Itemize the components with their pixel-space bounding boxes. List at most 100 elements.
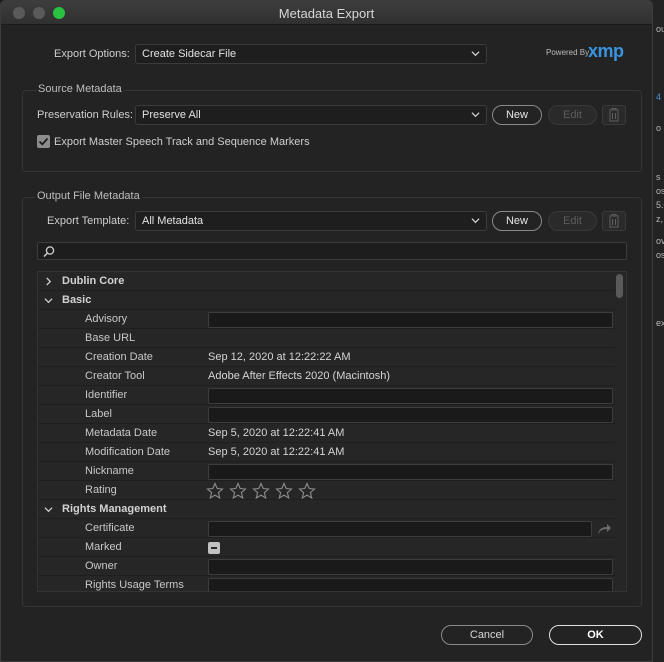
export-template-value: All Metadata [142, 215, 204, 227]
trash-icon [609, 108, 619, 122]
field-label: Base URL [85, 332, 136, 344]
export-template-label: Export Template: [47, 215, 130, 227]
chevron-down-icon[interactable] [44, 505, 53, 514]
tree-scrollbar[interactable] [616, 274, 623, 298]
export-options-select[interactable]: Create Sidecar File [135, 44, 487, 64]
edit-preservation-rule-button[interactable]: Edit [548, 105, 597, 125]
chevron-down-icon [471, 112, 480, 118]
identifier-field[interactable] [208, 388, 613, 404]
usage-terms-field[interactable] [208, 578, 613, 591]
certificate-field[interactable] [208, 521, 592, 537]
rating-stars[interactable] [206, 482, 321, 500]
background-text: o [656, 123, 662, 133]
search-icon [43, 246, 55, 258]
field-label: Creation Date [85, 351, 153, 363]
section-label: Rights Management [62, 503, 167, 515]
new-preservation-rule-button[interactable]: New [492, 105, 542, 125]
star-icon[interactable] [298, 482, 316, 500]
export-options-label: Export Options: [54, 48, 130, 60]
export-markers-checkbox[interactable] [37, 135, 50, 148]
field-label: Creator Tool [85, 370, 145, 382]
xmp-logo: xmp [588, 41, 624, 61]
powered-by-text: Powered By [546, 48, 590, 57]
field-label: Modification Date [85, 446, 170, 458]
metadata-date-value: Sep 5, 2020 at 12:22:41 AM [208, 427, 345, 439]
field-label: Certificate [85, 522, 135, 534]
source-metadata-group [22, 90, 642, 172]
table-row: Marked [38, 538, 615, 557]
title-bar: Metadata Export [1, 1, 652, 25]
table-row: Certificate [38, 519, 615, 538]
table-row: Creation Date Sep 12, 2020 at 12:22:22 A… [38, 348, 615, 367]
source-metadata-title: Source Metadata [36, 83, 124, 95]
chevron-right-icon[interactable] [44, 277, 53, 286]
field-label: Rating [85, 484, 117, 496]
chevron-down-icon [471, 218, 480, 224]
star-icon[interactable] [275, 482, 293, 500]
tree-section-basic[interactable]: Basic [38, 291, 615, 310]
background-text: ov [656, 236, 664, 246]
preservation-rules-select[interactable]: Preserve All [135, 105, 487, 125]
table-row: Nickname [38, 462, 615, 481]
background-text: s [656, 172, 661, 182]
section-label: Dublin Core [62, 275, 125, 287]
checkmark-icon [38, 137, 49, 146]
output-metadata-title: Output File Metadata [35, 190, 142, 202]
field-label: Metadata Date [85, 427, 158, 439]
cancel-button[interactable]: Cancel [441, 625, 533, 645]
new-template-button[interactable]: New [492, 211, 542, 231]
export-options-value: Create Sidecar File [142, 48, 237, 60]
modification-date-value: Sep 5, 2020 at 12:22:41 AM [208, 446, 345, 458]
export-markers-label: Export Master Speech Track and Sequence … [54, 136, 310, 148]
creator-tool-value: Adobe After Effects 2020 (Macintosh) [208, 370, 391, 382]
field-label: Identifier [85, 389, 128, 401]
background-text: os [656, 186, 664, 196]
export-template-select[interactable]: All Metadata [135, 211, 487, 231]
tree-section-rights-management[interactable]: Rights Management [38, 500, 615, 519]
section-label: Basic [62, 294, 92, 306]
table-row: Modification Date Sep 5, 2020 at 12:22:4… [38, 443, 615, 462]
edit-template-button[interactable]: Edit [548, 211, 597, 231]
preservation-rules-label: Preservation Rules: [37, 109, 133, 121]
preservation-rules-value: Preserve All [142, 109, 201, 121]
window-title: Metadata Export [278, 6, 375, 21]
open-link-icon[interactable] [596, 522, 612, 536]
delete-template-button[interactable] [602, 211, 626, 231]
metadata-export-dialog: Metadata Export Export Options: Create S… [0, 0, 653, 662]
table-row: Rights Usage Terms [38, 576, 615, 591]
background-text: ou [656, 24, 664, 34]
nickname-field[interactable] [208, 464, 613, 480]
metadata-tree[interactable]: Dublin Core Basic Advisory Base URL Crea… [37, 271, 627, 592]
background-text: z, [656, 214, 664, 224]
field-label: Label [85, 408, 112, 420]
field-label: Owner [85, 560, 118, 572]
chevron-down-icon [471, 51, 480, 57]
table-row: Metadata Date Sep 5, 2020 at 12:22:41 AM [38, 424, 615, 443]
metadata-search-input[interactable] [37, 242, 627, 260]
field-label: Marked [85, 541, 122, 553]
field-label: Rights Usage Terms [85, 579, 184, 591]
star-icon[interactable] [206, 482, 224, 500]
field-label: Advisory [85, 313, 128, 325]
delete-preservation-rule-button[interactable] [602, 105, 626, 125]
owner-field[interactable] [208, 559, 613, 575]
table-row: Owner [38, 557, 615, 576]
field-label: Nickname [85, 465, 134, 477]
advisory-field[interactable] [208, 312, 613, 328]
chevron-down-icon[interactable] [44, 296, 53, 305]
background-text: 5.0 [656, 200, 664, 210]
trash-icon [609, 214, 619, 228]
ok-button[interactable]: OK [549, 625, 642, 645]
label-field[interactable] [208, 407, 613, 423]
background-text: 4 [656, 92, 662, 102]
creation-date-value: Sep 12, 2020 at 12:22:22 AM [208, 351, 351, 363]
table-row: Creator Tool Adobe After Effects 2020 (M… [38, 367, 615, 386]
star-icon[interactable] [229, 482, 247, 500]
background-text: ex [656, 318, 664, 328]
table-row: Base URL [38, 329, 615, 348]
tree-section-dublin-core[interactable]: Dublin Core [38, 272, 615, 291]
table-row: Label [38, 405, 615, 424]
star-icon[interactable] [252, 482, 270, 500]
table-row: Rating [38, 481, 615, 500]
marked-checkbox[interactable] [208, 542, 220, 554]
